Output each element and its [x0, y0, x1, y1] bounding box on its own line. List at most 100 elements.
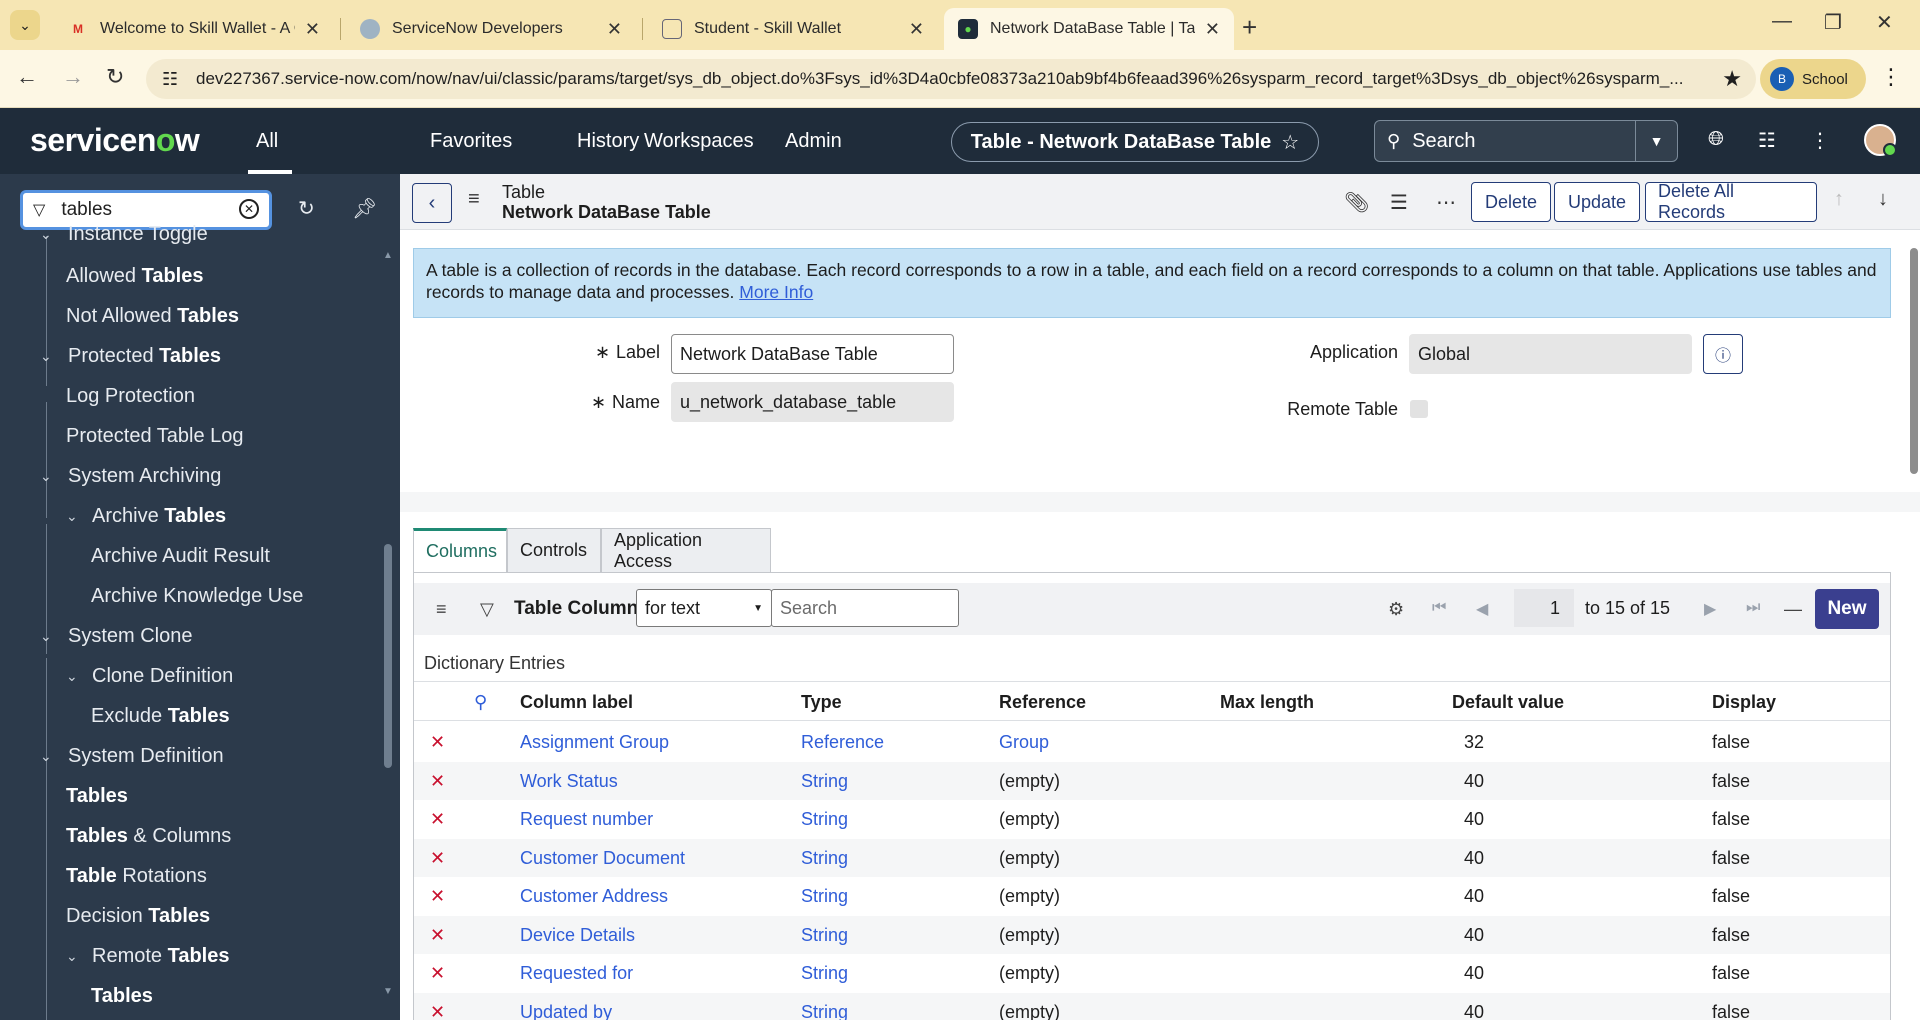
global-search[interactable]: ⚲ Search ▼ [1374, 120, 1678, 162]
cell-type[interactable]: String [801, 925, 848, 946]
remote-table-checkbox[interactable] [1410, 400, 1428, 418]
context-title-pill[interactable]: Table - Network DataBase Table ☆ [951, 122, 1319, 162]
all-menu-button[interactable]: All [256, 130, 278, 153]
nav-archive-audit-result[interactable]: Archive Audit Result [91, 536, 270, 576]
pin-icon[interactable]: 📌︎ [352, 196, 377, 221]
col-header-default-value[interactable]: Default value [1452, 692, 1564, 713]
clear-filter-icon[interactable]: ✕ [239, 199, 259, 219]
tab-application-access[interactable]: Application Access [601, 528, 771, 572]
nav-decision-tables[interactable]: Decision Tables [66, 896, 210, 936]
personalize-icon[interactable]: ☰ [1390, 190, 1408, 215]
more-info-link[interactable]: More Info [739, 282, 813, 302]
browser-tab-sn-developers[interactable]: ServiceNow Developers ✕ [346, 8, 636, 50]
scroll-up-arrow-icon[interactable]: ▲ [383, 250, 393, 261]
nav-instance-toggle[interactable]: ⌄ Instance Toggle [40, 214, 208, 254]
nav-favorites[interactable]: Favorites [430, 130, 512, 153]
forward-icon[interactable]: → [62, 64, 84, 90]
cell-column-label[interactable]: Work Status [520, 771, 618, 792]
cell-column-label[interactable]: Request number [520, 809, 653, 830]
update-button[interactable]: Update [1554, 182, 1640, 222]
col-header-max-length[interactable]: Max length [1220, 692, 1314, 713]
cell-type[interactable]: Reference [801, 732, 884, 753]
back-icon[interactable]: ← [16, 64, 38, 90]
refresh-icon[interactable]: ↻ [298, 196, 315, 221]
first-page-icon[interactable]: ⏮ [1432, 599, 1446, 617]
nav-system-clone[interactable]: ⌄ System Clone [40, 616, 193, 656]
delete-row-icon[interactable]: ✕ [430, 809, 445, 830]
context-menu-icon[interactable]: ≡ [468, 188, 480, 211]
col-header-type[interactable]: Type [801, 692, 842, 713]
restore-icon[interactable]: ❐ [1824, 10, 1842, 35]
cell-column-label[interactable]: Device Details [520, 925, 635, 946]
delete-row-icon[interactable]: ✕ [430, 732, 445, 753]
url-field[interactable]: ☷ dev227367.service-now.com/now/nav/ui/c… [146, 59, 1756, 99]
cell-column-label[interactable]: Customer Address [520, 886, 668, 907]
favorite-star-icon[interactable]: ☆ [1281, 130, 1299, 155]
tab-search-button[interactable]: ⌄ [10, 10, 40, 40]
cell-column-label[interactable]: Customer Document [520, 848, 685, 869]
tab-columns[interactable]: Columns [413, 528, 507, 572]
nav-table-rotations[interactable]: Table Rotations [66, 856, 207, 896]
list-menu-icon[interactable]: ≡ [436, 599, 447, 620]
delete-row-icon[interactable]: ✕ [430, 771, 445, 792]
nav-protected-table-log[interactable]: Protected Table Log [66, 416, 244, 456]
reload-icon[interactable]: ↻ [106, 64, 124, 90]
attachment-icon[interactable]: 📎︎ [1344, 190, 1369, 215]
cell-reference[interactable]: Group [999, 732, 1049, 753]
search-column-icon[interactable]: ⚲ [474, 692, 487, 713]
cell-column-label[interactable]: Assignment Group [520, 732, 669, 753]
cell-column-label[interactable]: Requested for [520, 963, 633, 984]
tab-controls[interactable]: Controls [507, 528, 601, 572]
browser-tab-gmail[interactable]: M Welcome to Skill Wallet - A One ✕ [54, 8, 334, 50]
delete-button[interactable]: Delete [1471, 182, 1551, 222]
minimize-icon[interactable]: — [1772, 10, 1792, 33]
scroll-down-arrow-icon[interactable]: ▼ [383, 986, 393, 997]
delete-row-icon[interactable]: ✕ [430, 963, 445, 984]
back-button[interactable]: ‹ [412, 183, 452, 223]
application-info-icon[interactable]: ⓘ [1703, 334, 1743, 374]
page-number-input[interactable]: 1 [1514, 589, 1574, 627]
browser-tab-active[interactable]: ● Network DataBase Table | Table ✕ [944, 8, 1234, 50]
nav-system-definition[interactable]: ⌄ System Definition [40, 736, 224, 776]
nav-admin[interactable]: Admin [785, 130, 842, 153]
delete-row-icon[interactable]: ✕ [430, 1002, 445, 1020]
next-page-icon[interactable]: ▶ [1704, 599, 1716, 619]
list-search-input[interactable]: Search [771, 589, 959, 627]
col-header-label[interactable]: Column label [520, 692, 633, 713]
nav-tables[interactable]: Tables [66, 776, 128, 816]
next-record-icon[interactable]: ↓ [1878, 188, 1888, 211]
delete-all-records-button[interactable]: Delete All Records [1645, 181, 1817, 222]
close-window-icon[interactable]: ✕ [1876, 10, 1893, 35]
nav-log-protection[interactable]: Log Protection [66, 376, 195, 416]
cell-type[interactable]: String [801, 848, 848, 869]
cell-type[interactable]: String [801, 886, 848, 907]
nav-protected-tables[interactable]: ⌄ Protected Tables [40, 336, 221, 376]
sidebar-scrollbar-thumb[interactable] [384, 544, 392, 768]
nav-not-allowed-tables[interactable]: Not Allowed Tables [66, 296, 239, 336]
close-tab-icon[interactable]: ✕ [909, 19, 924, 40]
nav-archive-knowledge-use[interactable]: Archive Knowledge Use [91, 576, 303, 616]
cell-type[interactable]: String [801, 771, 848, 792]
new-button[interactable]: New [1815, 589, 1879, 629]
close-tab-icon[interactable]: ✕ [305, 19, 320, 40]
new-tab-icon[interactable]: + [1242, 12, 1257, 43]
nav-exclude-tables[interactable]: Exclude Tables [91, 696, 230, 736]
main-scrollbar-thumb[interactable] [1910, 248, 1918, 474]
user-avatar[interactable] [1864, 124, 1897, 157]
nav-tables-columns[interactable]: Tables & Columns [66, 816, 231, 856]
nav-history[interactable]: History [577, 130, 639, 153]
servicenow-logo[interactable]: servicenow [30, 122, 200, 159]
close-tab-icon[interactable]: ✕ [1205, 19, 1220, 40]
nav-workspaces[interactable]: Workspaces [644, 130, 754, 153]
browser-tab-skill-wallet[interactable]: Student - Skill Wallet ✕ [648, 8, 938, 50]
delete-row-icon[interactable]: ✕ [430, 886, 445, 907]
site-settings-icon[interactable]: ☷ [162, 69, 178, 90]
nav-clone-definition[interactable]: ⌄ Clone Definition [66, 656, 233, 696]
search-field-select[interactable]: for text ▼ [636, 589, 772, 627]
cell-type[interactable]: String [801, 1002, 848, 1020]
delete-row-icon[interactable]: ✕ [430, 848, 445, 869]
collapse-icon[interactable]: — [1784, 599, 1802, 620]
nav-archive-tables[interactable]: ⌄ Archive Tables [66, 496, 226, 536]
profile-chip[interactable]: B School [1760, 59, 1866, 99]
chat-icon[interactable]: ☷ [1758, 128, 1776, 153]
